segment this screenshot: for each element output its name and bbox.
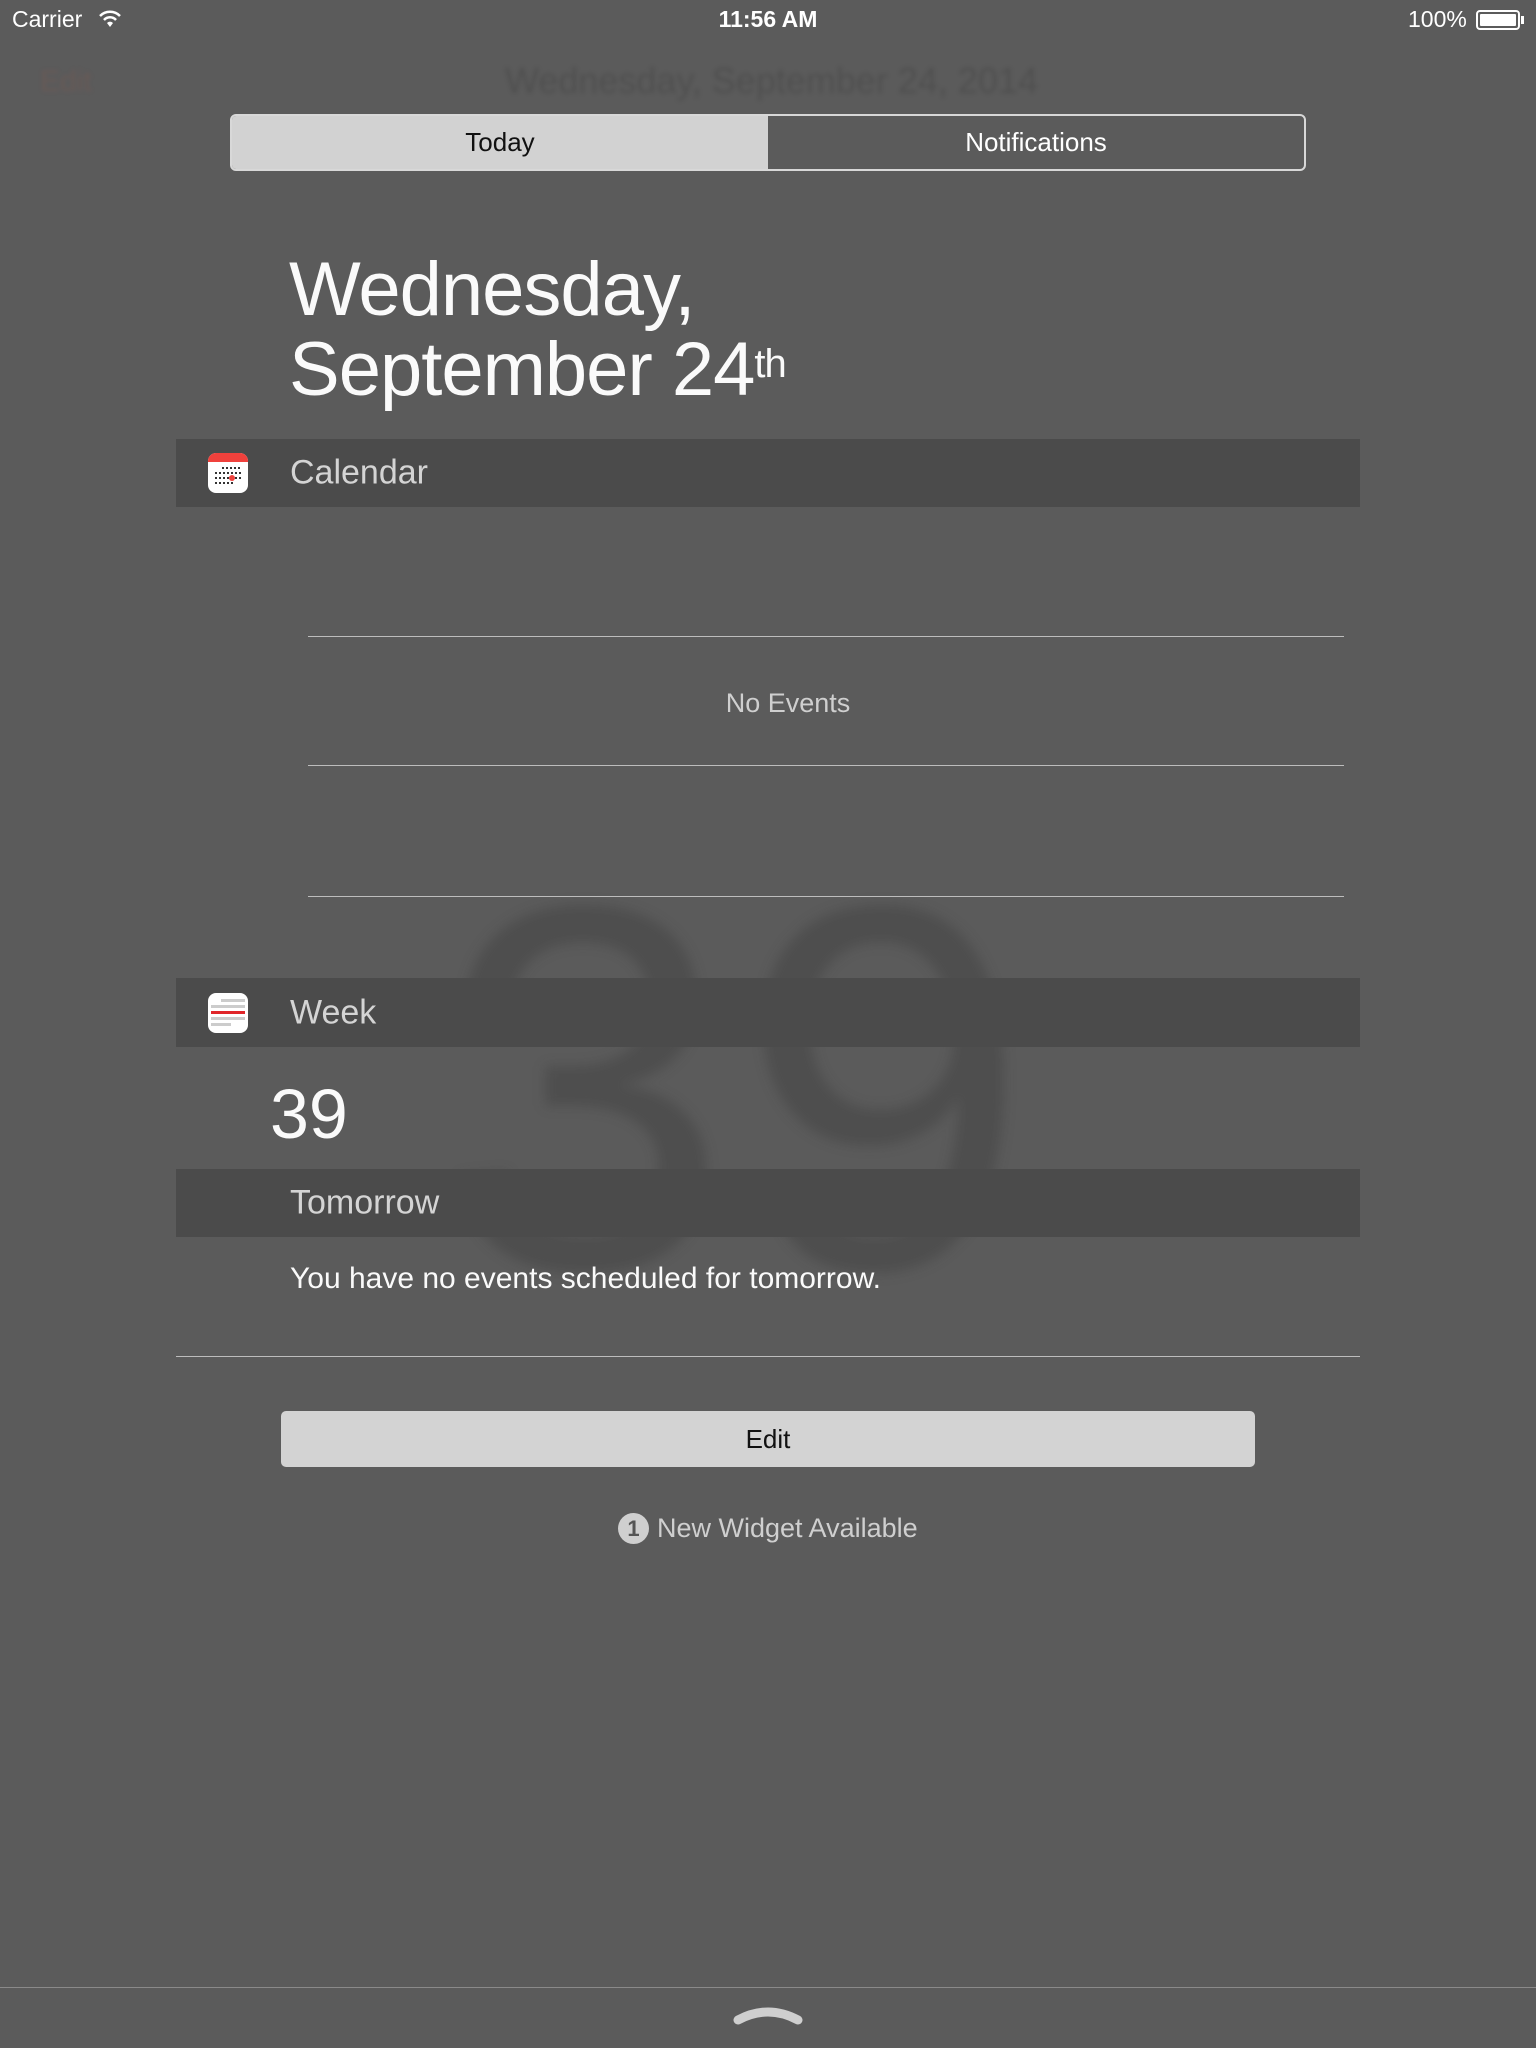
tab-notifications[interactable]: Notifications — [768, 116, 1304, 169]
divider — [308, 765, 1344, 766]
segmented-control: Today Notifications — [230, 114, 1306, 171]
battery-icon — [1476, 10, 1520, 30]
no-events-label: No Events — [725, 688, 851, 718]
week-app-icon — [208, 992, 248, 1033]
battery-tip — [1521, 16, 1524, 24]
tomorrow-widget-title: Tomorrow — [290, 1183, 440, 1222]
tomorrow-message: You have no events scheduled for tomorro… — [290, 1262, 881, 1295]
divider — [308, 896, 1344, 897]
bottom-divider — [0, 1987, 1536, 1988]
week-number: 39 — [270, 1075, 348, 1153]
tomorrow-widget-header[interactable]: Tomorrow — [176, 1169, 1360, 1237]
background-edit: Edit — [40, 65, 92, 98]
divider — [308, 636, 1344, 637]
new-widget-label: New Widget Available — [657, 1513, 918, 1543]
background-week-number: 39 — [440, 798, 1039, 1379]
background-date: Wednesday, September 24, 2014 — [505, 60, 1039, 101]
tab-today[interactable]: Today — [232, 116, 768, 169]
new-widget-badge: 1 — [618, 1513, 649, 1544]
grabber-handle-icon[interactable] — [732, 2002, 804, 2026]
clock: 11:56 AM — [718, 6, 818, 32]
edit-button[interactable]: Edit — [281, 1411, 1255, 1467]
divider — [176, 1356, 1360, 1357]
battery-percent: 100% — [1408, 6, 1467, 32]
calendar-widget-header[interactable]: Calendar — [176, 439, 1360, 507]
date-heading: Wednesday, September 24th — [289, 247, 787, 412]
date-suffix: th — [754, 342, 786, 386]
new-widget-available[interactable]: 1 New Widget Available — [618, 1513, 918, 1544]
date-day: September 24 — [289, 327, 755, 412]
week-widget-title: Week — [290, 993, 377, 1031]
week-widget-header[interactable]: Week — [176, 978, 1360, 1047]
calendar-widget-title: Calendar — [290, 453, 428, 492]
calendar-app-icon — [208, 453, 248, 493]
date-weekday: Wednesday, — [289, 247, 695, 332]
